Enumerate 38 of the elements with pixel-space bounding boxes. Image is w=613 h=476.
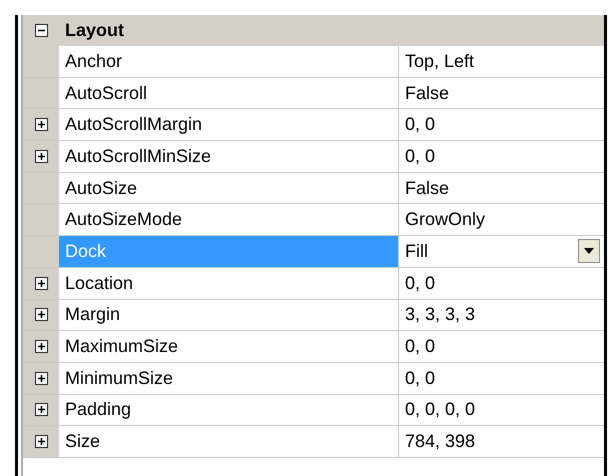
property-value[interactable]: 0, 0 bbox=[405, 114, 436, 136]
expand-icon[interactable] bbox=[34, 150, 48, 163]
property-value[interactable]: 0, 0 bbox=[405, 336, 436, 358]
expand-icon[interactable] bbox=[34, 372, 48, 385]
property-name[interactable]: MaximumSize bbox=[59, 331, 399, 362]
property-value[interactable]: False bbox=[405, 178, 450, 199]
property-name[interactable]: MinimumSize bbox=[59, 362, 399, 394]
property-value[interactable]: 0, 0, 0, 0 bbox=[405, 399, 476, 420]
property-name[interactable]: Padding bbox=[59, 394, 399, 426]
property-name[interactable]: AutoScrollMinSize bbox=[59, 141, 399, 172]
dropdown-button[interactable] bbox=[578, 239, 600, 264]
property-name[interactable]: Location bbox=[59, 268, 399, 298]
property-name[interactable]: AutoSizeMode bbox=[59, 204, 399, 236]
property-name[interactable]: AutoScrollMargin bbox=[59, 109, 399, 140]
property-name[interactable]: AutoScroll bbox=[59, 78, 399, 108]
category-header[interactable]: Layout bbox=[23, 15, 604, 46]
property-value[interactable]: Fill bbox=[405, 240, 428, 262]
caret-icon bbox=[584, 248, 594, 254]
expand-icon[interactable] bbox=[34, 340, 48, 354]
property-name[interactable]: AutoSize bbox=[59, 172, 399, 204]
property-value[interactable]: 0, 0 bbox=[405, 368, 436, 389]
expand-icon[interactable] bbox=[34, 435, 48, 448]
property-value[interactable]: 0, 0 bbox=[405, 146, 436, 167]
category-title: Layout bbox=[64, 19, 124, 42]
property-name[interactable]: Size bbox=[59, 426, 399, 457]
expand-icon[interactable] bbox=[34, 308, 48, 322]
expand-icon[interactable] bbox=[34, 276, 48, 290]
property-value[interactable]: Top, Left bbox=[405, 50, 474, 72]
property-name[interactable]: Margin bbox=[59, 300, 399, 330]
property-name[interactable]: Anchor bbox=[59, 46, 399, 77]
collapse-icon[interactable] bbox=[34, 24, 48, 37]
property-value[interactable]: 784, 398 bbox=[405, 431, 476, 452]
property-value[interactable]: 0, 0 bbox=[405, 272, 436, 294]
property-value[interactable]: GrowOnly bbox=[405, 209, 486, 230]
property-value[interactable]: False bbox=[405, 82, 450, 104]
expand-icon[interactable] bbox=[34, 118, 48, 132]
expand-icon[interactable] bbox=[34, 403, 48, 416]
property-value[interactable]: 3, 3, 3, 3 bbox=[405, 304, 476, 326]
